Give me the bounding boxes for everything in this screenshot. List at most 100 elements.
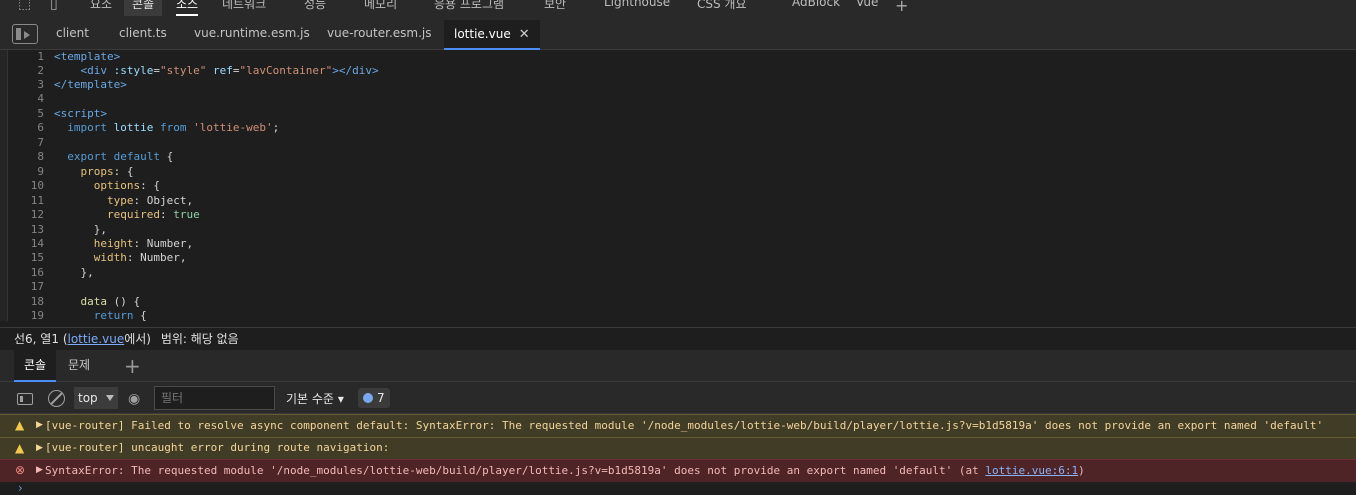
status-suffix: 에서) (124, 332, 151, 346)
warning-icon: ▲ (15, 418, 25, 432)
code-line: props: { (80, 165, 134, 178)
code-line: }, (54, 266, 94, 279)
source-file-tabs: client client.ts vue.runtime.esm.js vue-… (0, 16, 1356, 50)
code-line: height: Number, (93, 237, 194, 250)
devtools-tab-sources[interactable]: 소스 (176, 0, 199, 16)
console-message-warning[interactable]: ▲ ▶ [vue-router] Failed to resolve async… (0, 414, 1356, 437)
line-number: 7 (37, 136, 44, 149)
add-drawer-tab-plus-icon[interactable]: + (124, 354, 141, 378)
devtools-tab-console[interactable]: 콘솔 (124, 0, 163, 16)
devtools-tab-memory[interactable]: 메모리 (364, 0, 397, 16)
file-tab-vue-router[interactable]: vue-router.esm.js (327, 26, 432, 40)
devtools-tab-application[interactable]: 응용 프로그램 (434, 0, 504, 16)
code-line: data () { (80, 295, 141, 308)
navigator-toggle-icon[interactable] (12, 24, 38, 44)
message-text: [vue-router] Failed to resolve async com… (45, 419, 1324, 432)
devtools-tab-elements[interactable]: 요소 (90, 0, 112, 16)
code-line: import lottie from 'lottie-web'; (67, 121, 280, 134)
line-number: 10 (30, 179, 44, 192)
devtools-tab-strip: ⬚ ▯ 요소 콘솔 소스 네트워크 성능 메모리 응용 프로그램 보안 Ligh… (0, 0, 1356, 16)
source-link[interactable]: lottie.vue:6:1 (985, 464, 1078, 477)
devtools-tab-security[interactable]: 보안 (544, 0, 566, 16)
line-number: 6 (37, 121, 44, 134)
warning-icon: ▲ (15, 441, 25, 455)
file-tab-label: lottie.vue (454, 27, 511, 41)
line-number: 16 (30, 266, 44, 279)
devtools-tab-performance[interactable]: 성능 (304, 0, 326, 16)
code-line: return { (93, 309, 147, 321)
devtools-tab-lighthouse[interactable]: Lighthouse (604, 0, 670, 16)
error-text: SyntaxError: The requested module '/node… (45, 464, 986, 477)
file-tab-client[interactable]: client (56, 26, 89, 40)
scope-info: 범위: 해당 없음 (160, 332, 239, 346)
drawer-tab-issues[interactable]: 문제 (58, 350, 100, 382)
devtools-tab-adblock[interactable]: AdBlock (792, 0, 840, 16)
file-tab-vue-runtime[interactable]: vue.runtime.esm.js (194, 26, 310, 40)
console-toolbar: top ◉ 기본 수준 ▾ 7 (0, 382, 1356, 414)
log-level-label: 기본 수준 (286, 392, 334, 406)
line-number: 19 (30, 309, 44, 321)
editor-status-bar: 선6, 열1 (lottie.vue에서) 범위: 해당 없음 (0, 327, 1356, 349)
context-value: top (78, 391, 98, 405)
console-prompt-chevron-icon[interactable]: › (18, 481, 23, 495)
message-text: [vue-router] uncaught error during route… (45, 441, 390, 454)
caret-down-icon: ▾ (337, 392, 344, 406)
code-line: export default { (67, 150, 174, 163)
line-number: 13 (30, 223, 44, 236)
devtools-tab-vue[interactable]: Vue (856, 0, 878, 16)
drawer-tab-strip: 콘솔 문제 + (0, 350, 1356, 382)
line-number: 12 (30, 208, 44, 221)
file-tab-client-ts[interactable]: client.ts (119, 26, 167, 40)
code-line: <script> (54, 107, 107, 120)
cursor-position: 선6, 열1 (14, 332, 59, 346)
line-number: 4 (37, 92, 44, 105)
code-line: </template> (54, 78, 127, 91)
code-line: <div :style="style" ref="lavContainer"><… (80, 64, 379, 77)
console-sidebar-toggle-icon[interactable] (17, 393, 33, 405)
line-number: 17 (30, 280, 44, 293)
console-message-error[interactable]: ⊗ ▶ SyntaxError: The requested module '/… (0, 459, 1356, 482)
message-count-badge[interactable]: 7 (358, 388, 390, 408)
drawer-tab-console[interactable]: 콘솔 (14, 350, 57, 382)
error-icon: ⊗ (15, 463, 26, 477)
expand-triangle-icon[interactable]: ▶ (36, 438, 43, 458)
code-line: <template> (54, 50, 121, 63)
line-number: 8 (37, 150, 44, 163)
line-number: 18 (30, 295, 44, 308)
code-line: type: Object, (106, 194, 194, 207)
code-editor[interactable]: 1 <template> 2 <div :style="style" ref="l… (0, 50, 1356, 321)
line-number: 5 (37, 107, 44, 120)
console-message-warning[interactable]: ▲ ▶ [vue-router] uncaught error during r… (0, 437, 1356, 459)
line-number: 9 (37, 165, 44, 178)
expand-triangle-icon[interactable]: ▶ (36, 415, 43, 436)
code-line: }, (54, 223, 107, 236)
code-line: options: { (93, 179, 160, 192)
device-toggle-icon[interactable]: ▯ (50, 0, 58, 12)
line-number: 14 (30, 237, 44, 250)
error-tail: ) (1078, 464, 1085, 477)
line-number: 3 (37, 78, 44, 91)
expand-triangle-icon[interactable]: ▶ (36, 460, 43, 481)
code-line: width: Number, (93, 251, 187, 264)
devtools-tab-network[interactable]: 네트워크 (222, 0, 266, 16)
message-text: SyntaxError: The requested module '/node… (45, 460, 1085, 481)
chevron-down-icon (106, 395, 114, 401)
inspect-element-icon[interactable]: ⬚ (18, 0, 31, 12)
line-number: 1 (37, 50, 44, 63)
more-tabs-plus-icon[interactable]: + (895, 0, 908, 15)
file-tab-lottie-vue[interactable]: lottie.vue ✕ (444, 20, 540, 50)
line-number: 2 (37, 64, 44, 77)
line-number: 11 (30, 194, 44, 207)
message-count: 7 (377, 391, 385, 405)
line-number: 15 (30, 251, 44, 264)
clear-console-icon[interactable] (48, 390, 65, 407)
console-filter-input[interactable] (154, 386, 275, 410)
editor-left-edge (0, 50, 8, 321)
live-expression-eye-icon[interactable]: ◉ (128, 391, 140, 407)
log-level-dropdown[interactable]: 기본 수준 ▾ (286, 390, 344, 407)
message-icon (363, 393, 373, 403)
devtools-tab-css-overview[interactable]: CSS 개요 (697, 0, 747, 16)
close-icon[interactable]: ✕ (519, 27, 530, 42)
status-file-link[interactable]: lottie.vue (68, 332, 125, 346)
context-selector[interactable]: top (74, 387, 118, 409)
